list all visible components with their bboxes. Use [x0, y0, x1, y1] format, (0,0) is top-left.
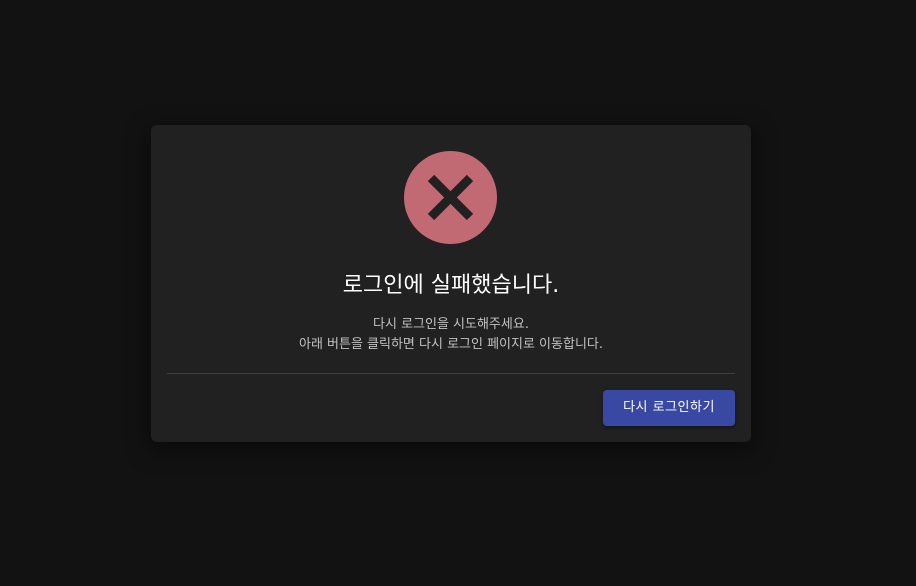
dialog-divider — [167, 373, 735, 374]
retry-login-button[interactable]: 다시 로그인하기 — [603, 390, 735, 426]
error-x-glyph — [427, 174, 474, 221]
modal-backdrop: 로그인에 실패했습니다. 다시 로그인을 시도해주세요. 아래 버튼을 클릭하면… — [0, 0, 916, 586]
dialog-title: 로그인에 실패했습니다. — [342, 273, 560, 298]
dialog-message-line: 아래 버튼을 클릭하면 다시 로그인 페이지로 이동합니다. — [298, 337, 603, 352]
login-failed-dialog: 로그인에 실패했습니다. 다시 로그인을 시도해주세요. 아래 버튼을 클릭하면… — [151, 125, 751, 442]
error-x-icon — [404, 151, 497, 244]
dialog-message-line: 다시 로그인을 시도해주세요. — [373, 317, 529, 332]
dialog-message: 다시 로그인을 시도해주세요. 아래 버튼을 클릭하면 다시 로그인 페이지로 … — [151, 315, 751, 355]
